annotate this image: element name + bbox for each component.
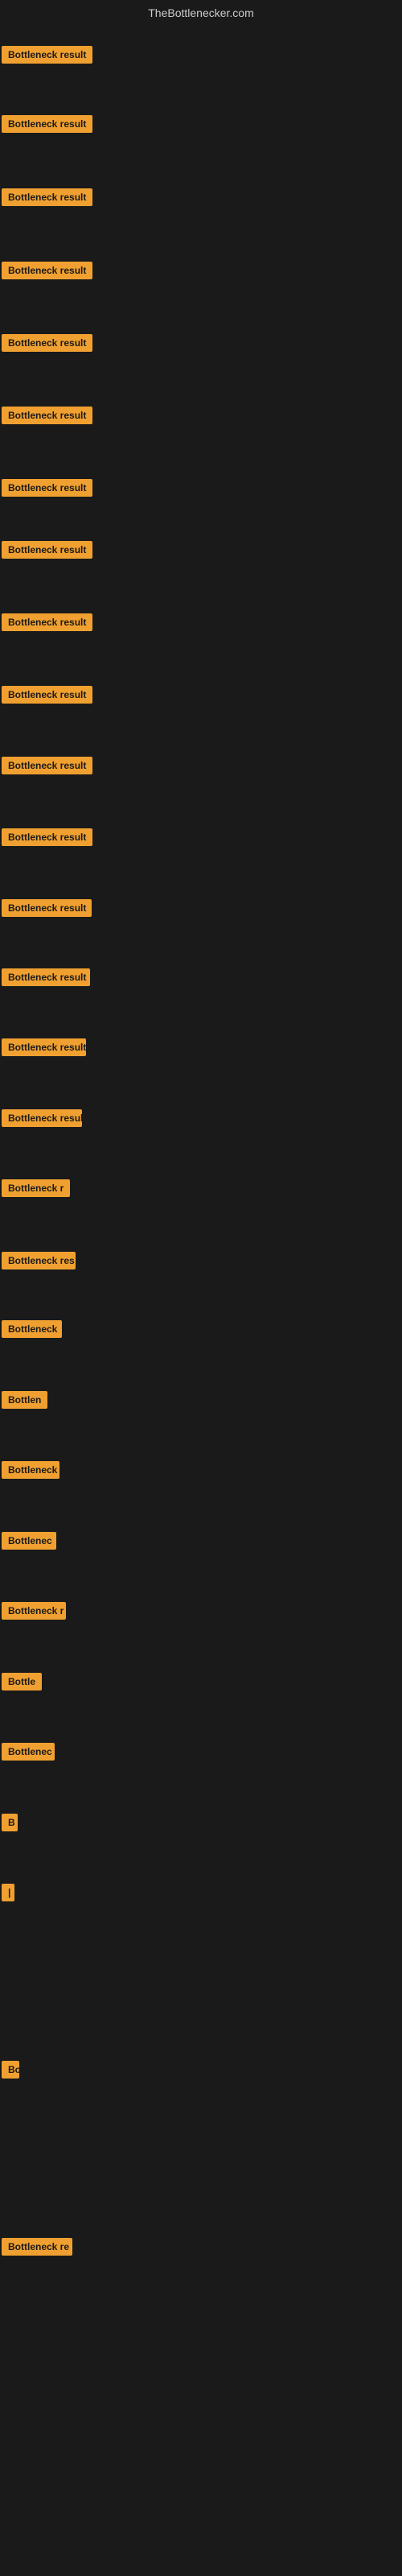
bottleneck-result-item[interactable]: Bottleneck result [2,407,92,428]
bottleneck-badge: Bottleneck result [2,541,92,559]
bottleneck-badge: Bottlenec [2,1743,55,1761]
bottleneck-badge: Bottleneck result [2,968,90,986]
bottleneck-result-item[interactable]: Bottleneck result [2,541,92,563]
bottleneck-badge: Bottleneck result [2,828,92,846]
bottleneck-badge: Bottle [2,1673,42,1690]
bottleneck-result-item[interactable]: Bottleneck result [2,686,92,708]
bottleneck-result-item[interactable]: | [2,1884,14,1905]
bottleneck-badge: Bottleneck re [2,2238,72,2256]
bottleneck-badge: Bottleneck result [2,479,92,497]
bottleneck-result-item[interactable]: Bottleneck result [2,262,92,283]
bottleneck-result-item[interactable]: Bottlenec [2,1532,56,1554]
bottleneck-result-item[interactable]: Bottleneck result [2,188,92,210]
bottleneck-result-item[interactable]: Bottleneck r [2,1179,70,1201]
bottleneck-result-item[interactable]: Bottleneck result [2,828,92,850]
bottleneck-result-item[interactable]: Bottleneck result [2,1109,82,1131]
bottleneck-badge: Bottleneck result [2,334,92,352]
bottleneck-badge: Bottleneck result [2,613,92,631]
bottleneck-badge: Bottleneck result [2,188,92,206]
bottleneck-badge: Bottleneck res [2,1252,76,1269]
bottleneck-badge: Bottleneck result [2,115,92,133]
bottleneck-result-item[interactable]: Bottleneck result [2,479,92,501]
bottleneck-badge: Bottleneck r [2,1602,66,1620]
bottleneck-badge: Bottlenec [2,1532,56,1550]
bottleneck-result-item[interactable]: Bottle [2,1673,42,1695]
bottleneck-result-item[interactable]: Bottleneck result [2,899,92,921]
bottleneck-result-item[interactable]: Bottleneck [2,1320,62,1342]
bottleneck-result-item[interactable]: Bottleneck re [2,2238,72,2260]
bottleneck-badge: Bottleneck result [2,1109,82,1127]
bottleneck-result-item[interactable]: Bottleneck result [2,968,90,990]
bottleneck-badge: Bottleneck result [2,757,92,774]
bottleneck-result-item[interactable]: Bottleneck result [2,115,92,137]
bottleneck-badge: Bottleneck result [2,686,92,704]
bottleneck-badge: Bo [2,2061,19,2079]
bottleneck-badge: B [2,1814,18,1831]
bottleneck-result-item[interactable]: Bottlenec [2,1743,55,1765]
bottleneck-badge: Bottleneck result [2,1038,86,1056]
bottleneck-result-item[interactable]: Bottleneck result [2,46,92,68]
bottleneck-badge: Bottleneck result [2,262,92,279]
bottleneck-result-item[interactable]: B [2,1814,18,1835]
bottleneck-result-item[interactable]: Bottleneck res [2,1252,76,1274]
bottleneck-result-item[interactable]: Bo [2,2061,19,2083]
bottleneck-result-item[interactable]: Bottleneck result [2,613,92,635]
bottleneck-result-item[interactable]: Bottleneck result [2,1038,86,1060]
bottleneck-result-item[interactable]: Bottleneck r [2,1602,66,1624]
bottleneck-result-item[interactable]: Bottleneck [2,1461,59,1483]
bottleneck-badge: Bottleneck r [2,1179,70,1197]
bottleneck-result-item[interactable]: Bottlen [2,1391,47,1413]
bottleneck-badge: Bottleneck [2,1461,59,1479]
bottleneck-result-item[interactable]: Bottleneck result [2,334,92,356]
bottleneck-badge: | [2,1884,14,1901]
bottleneck-badge: Bottleneck [2,1320,62,1338]
bottleneck-badge: Bottlen [2,1391,47,1409]
bottleneck-result-item[interactable]: Bottleneck result [2,757,92,778]
bottleneck-badge: Bottleneck result [2,407,92,424]
bottleneck-badge: Bottleneck result [2,46,92,64]
bottleneck-badge: Bottleneck result [2,899,92,917]
site-title: TheBottlenecker.com [0,0,402,26]
